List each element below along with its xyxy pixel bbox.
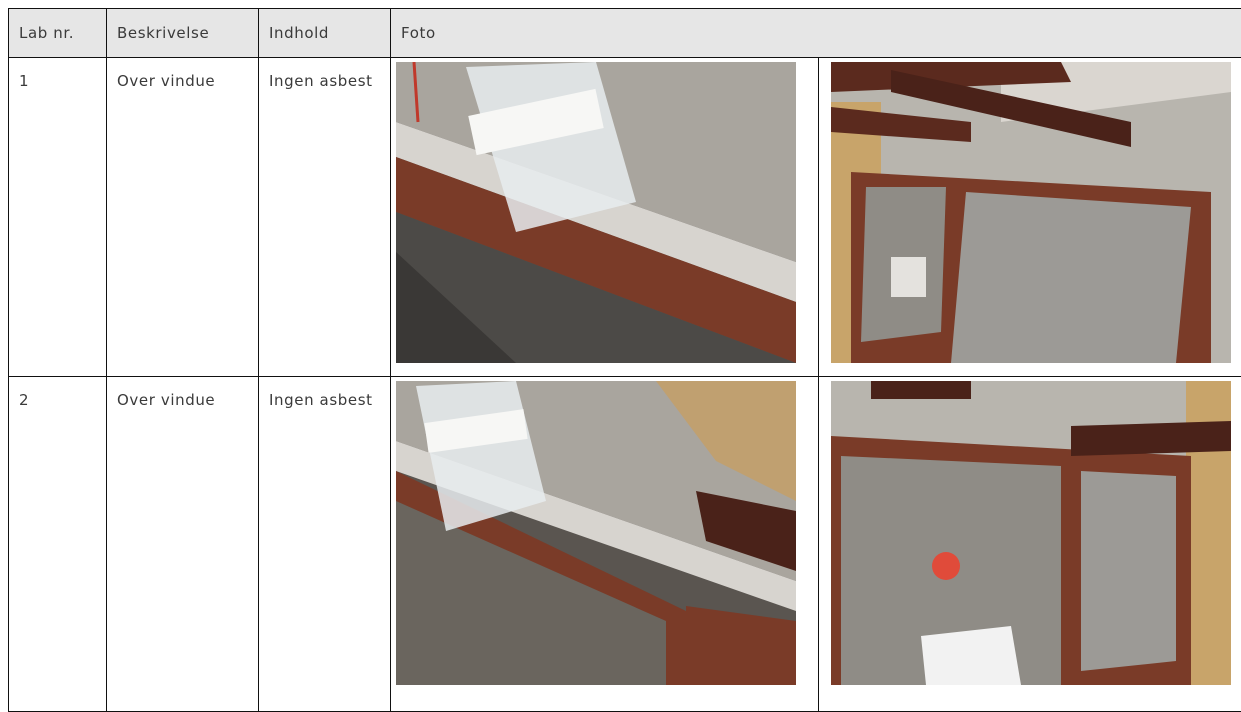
- table-row: 1 Over vindue Ingen asbest: [9, 58, 1241, 377]
- content-cell: Ingen asbest: [259, 58, 391, 377]
- photo-cell: [819, 58, 1241, 377]
- lab-nr-cell: 2: [9, 377, 107, 712]
- header-beskrivelse: Beskrivelse: [107, 9, 259, 58]
- window-photo: [831, 381, 1231, 685]
- photo-cell: [391, 377, 819, 712]
- sample-bag-photo: [396, 381, 796, 685]
- content-cell: Ingen asbest: [259, 377, 391, 712]
- header-foto: Foto: [391, 9, 1241, 58]
- description-cell: Over vindue: [107, 58, 259, 377]
- description-cell: Over vindue: [107, 377, 259, 712]
- header-indhold: Indhold: [259, 9, 391, 58]
- sample-bag-photo: [396, 62, 796, 363]
- header-row: Lab nr. Beskrivelse Indhold Foto: [9, 9, 1241, 58]
- sample-table: Lab nr. Beskrivelse Indhold Foto 1 Over …: [8, 8, 1241, 712]
- photo-cell: [819, 377, 1241, 712]
- header-lab-nr: Lab nr.: [9, 9, 107, 58]
- photo-cell: [391, 58, 819, 377]
- lab-nr-cell: 1: [9, 58, 107, 377]
- window-photo: [831, 62, 1231, 363]
- table-row: 2 Over vindue Ingen asbest: [9, 377, 1241, 712]
